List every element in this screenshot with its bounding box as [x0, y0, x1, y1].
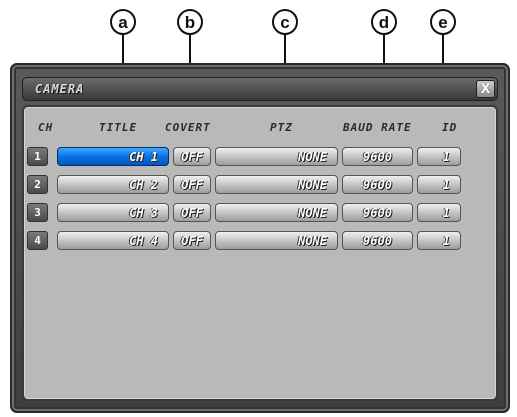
callout-c: c: [272, 9, 298, 35]
channel-number: 3: [27, 203, 48, 222]
id-field[interactable]: 1: [417, 231, 461, 250]
channel-number: 2: [27, 175, 48, 194]
id-field[interactable]: 1: [417, 147, 461, 166]
callout-d: d: [371, 9, 397, 35]
close-icon: X: [480, 81, 491, 97]
ptz-select[interactable]: NONE: [215, 203, 338, 222]
table-row: 3 CH 3 OFF NONE 9600 1: [24, 203, 496, 223]
header-ch: CH: [38, 121, 54, 134]
header-id: ID: [442, 121, 458, 134]
ptz-select[interactable]: NONE: [215, 175, 338, 194]
callout-b: b: [177, 9, 203, 35]
header-covert: COVERT: [165, 121, 211, 134]
camera-settings-panel: CH TITLE COVERT PTZ BAUD RATE ID 1 CH 1 …: [22, 105, 498, 401]
channel-number: 1: [27, 147, 48, 166]
baud-rate-select[interactable]: 9600: [342, 203, 413, 222]
header-baud-rate: BAUD RATE: [343, 121, 412, 134]
callout-e: e: [430, 9, 456, 35]
covert-toggle[interactable]: OFF: [173, 147, 211, 166]
window-title: CAMERA: [35, 82, 85, 96]
title-field[interactable]: CH 3: [57, 203, 169, 222]
camera-window: CAMERA X CH TITLE COVERT PTZ BAUD RATE I…: [10, 63, 510, 413]
title-field[interactable]: CH 2: [57, 175, 169, 194]
table-row: 4 CH 4 OFF NONE 9600 1: [24, 231, 496, 251]
header-title: TITLE: [99, 121, 138, 134]
ptz-select[interactable]: NONE: [215, 231, 338, 250]
ptz-select[interactable]: NONE: [215, 147, 338, 166]
baud-rate-select[interactable]: 9600: [342, 175, 413, 194]
covert-toggle[interactable]: OFF: [173, 175, 211, 194]
channel-number: 4: [27, 231, 48, 250]
id-field[interactable]: 1: [417, 175, 461, 194]
covert-toggle[interactable]: OFF: [173, 231, 211, 250]
table-row: 1 CH 1 OFF NONE 9600 1: [24, 147, 496, 167]
window-titlebar: CAMERA X: [22, 77, 498, 101]
baud-rate-select[interactable]: 9600: [342, 147, 413, 166]
title-field[interactable]: CH 4: [57, 231, 169, 250]
callout-a: a: [110, 9, 136, 35]
id-field[interactable]: 1: [417, 203, 461, 222]
header-ptz: PTZ: [270, 121, 293, 134]
title-field[interactable]: CH 1: [57, 147, 169, 166]
baud-rate-select[interactable]: 9600: [342, 231, 413, 250]
table-row: 2 CH 2 OFF NONE 9600 1: [24, 175, 496, 195]
close-button[interactable]: X: [476, 80, 495, 98]
covert-toggle[interactable]: OFF: [173, 203, 211, 222]
